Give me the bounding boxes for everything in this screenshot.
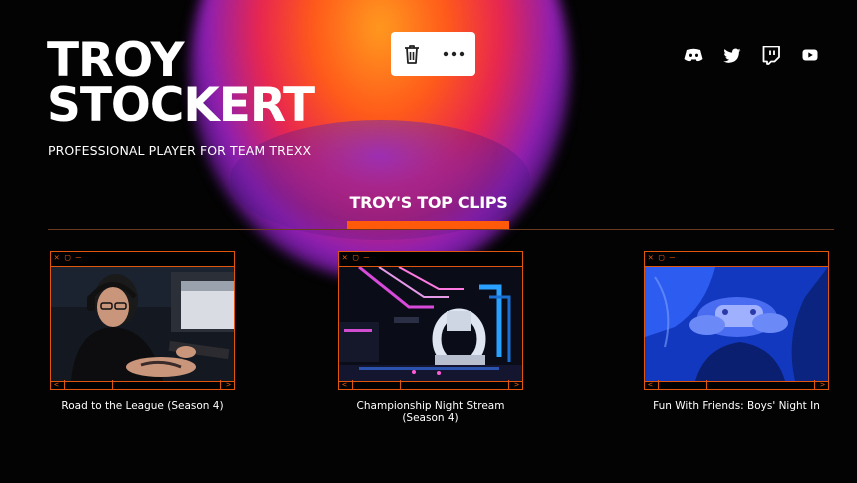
discord-icon — [684, 48, 702, 62]
discord-link[interactable] — [682, 44, 704, 66]
clip-card-3[interactable]: ✕ ▢ – < > Fun With Friends: Boys' Night … — [644, 251, 829, 412]
clip-title[interactable]: Road to the League (Season 4) — [50, 400, 235, 412]
youtube-link[interactable] — [799, 44, 821, 66]
next-button[interactable]: > — [820, 380, 825, 389]
more-icon — [443, 51, 465, 57]
section-title-underline — [347, 221, 509, 229]
delete-button[interactable] — [397, 39, 427, 69]
clip-card-1[interactable]: ✕ ▢ – < > Road to the League (Season 4) — [50, 251, 235, 412]
clip-thumbnail-arena-stage — [339, 266, 522, 382]
next-button[interactable]: > — [226, 380, 231, 389]
clip-thumbnail-controller-hands — [645, 266, 828, 382]
window-controls: ✕ ▢ – — [648, 253, 676, 263]
clip-nav-bar: < > — [645, 380, 828, 389]
prev-button[interactable]: < — [54, 380, 59, 389]
twitch-icon — [762, 45, 780, 65]
clip-thumbnail-gamer-at-desk — [51, 266, 234, 382]
trash-icon — [405, 45, 419, 64]
social-links — [682, 44, 821, 66]
window-controls: ✕ ▢ – — [54, 253, 82, 263]
clip-title[interactable]: Championship Night Stream (Season 4) — [338, 400, 523, 424]
page-title: TROY STOCKERT — [47, 33, 315, 133]
clip-nav-bar: < > — [51, 380, 234, 389]
section-title: TROY'S TOP CLIPS — [349, 193, 508, 212]
clip-title[interactable]: Fun With Friends: Boys' Night In — [644, 400, 829, 412]
clip-card-2[interactable]: ✕ ▢ – < > Championship Night Stream (Sea… — [338, 251, 523, 424]
clip-nav-bar: < > — [339, 380, 522, 389]
section-divider — [48, 229, 834, 230]
prev-button[interactable]: < — [648, 380, 653, 389]
twitter-icon — [723, 48, 741, 63]
more-options-button[interactable] — [439, 39, 469, 69]
next-button[interactable]: > — [514, 380, 519, 389]
floating-toolbar — [391, 32, 475, 76]
window-controls: ✕ ▢ – — [342, 253, 370, 263]
clip-frame: ✕ ▢ – < > — [338, 251, 523, 390]
clip-frame: ✕ ▢ – < > — [50, 251, 235, 390]
title-line-2: STOCKERT — [47, 78, 315, 133]
page-subtitle: PROFESSIONAL PLAYER FOR TEAM TREXX — [48, 143, 312, 158]
prev-button[interactable]: < — [342, 380, 347, 389]
twitch-link[interactable] — [760, 44, 782, 66]
youtube-icon — [802, 49, 818, 61]
clip-frame: ✕ ▢ – < > — [644, 251, 829, 390]
title-line-1: TROY — [47, 33, 185, 88]
twitter-link[interactable] — [721, 44, 743, 66]
